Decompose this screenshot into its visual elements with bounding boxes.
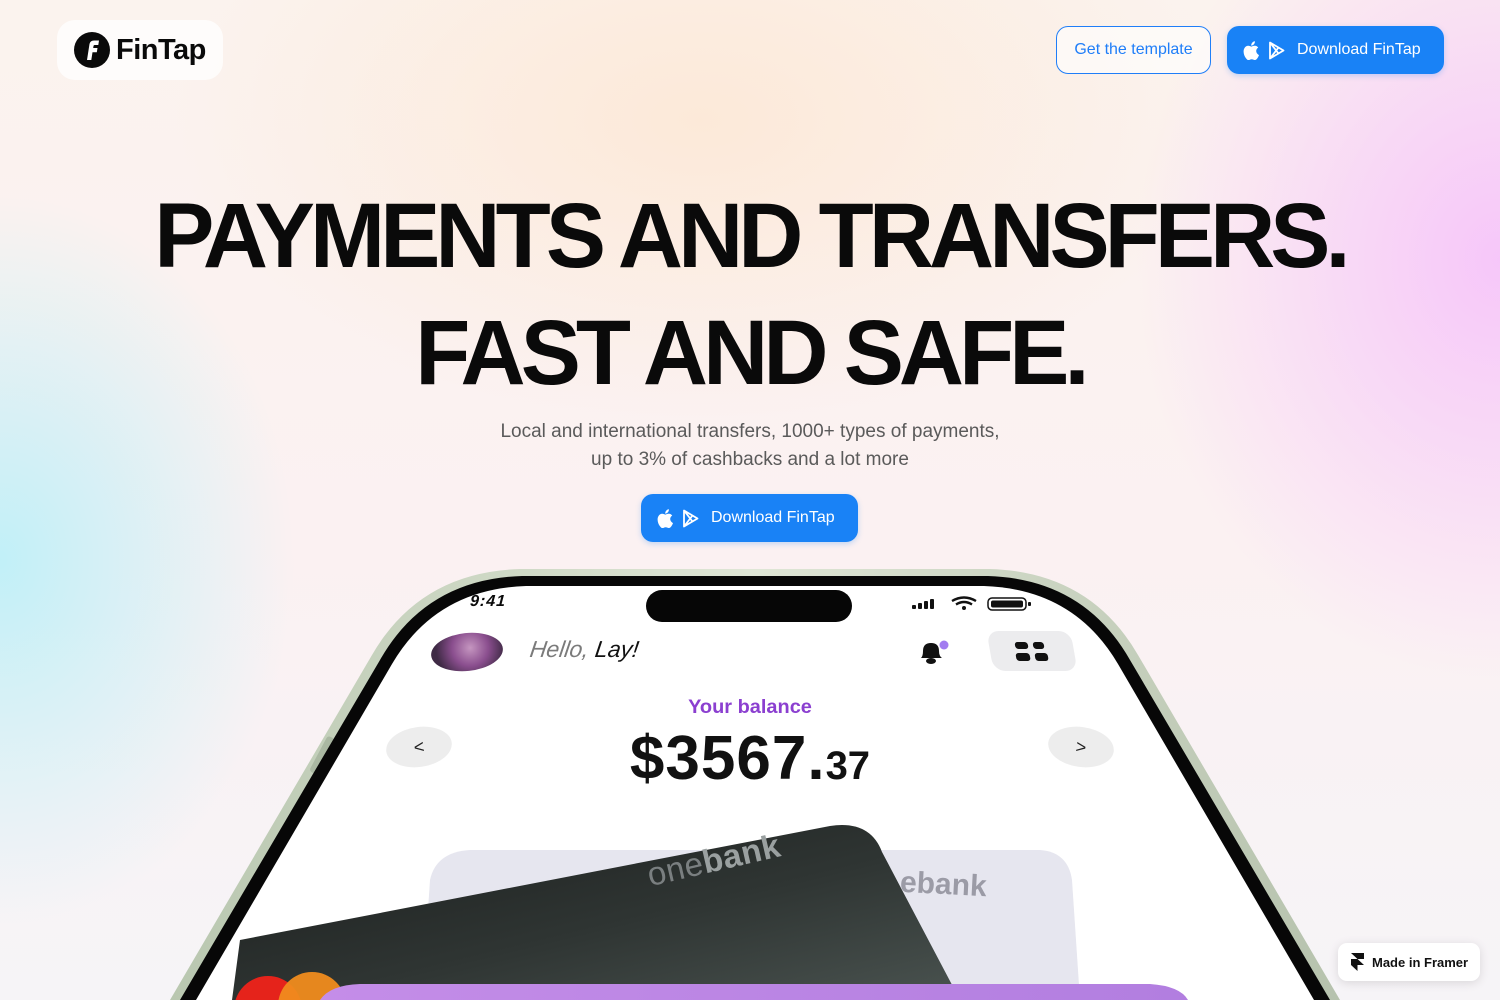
- signal-icon: [912, 599, 934, 609]
- google-play-icon: [682, 509, 700, 528]
- headline-line-2: FAST AND SAFE.: [415, 302, 1089, 404]
- balance-cents: 37: [825, 744, 871, 788]
- card-brand-one: one: [643, 844, 707, 894]
- download-fintap-button[interactable]: Download FinTap: [1227, 26, 1444, 74]
- menu-button[interactable]: [986, 631, 1078, 671]
- next-card-button[interactable]: >: [1045, 722, 1117, 772]
- balance-label: Your balance: [688, 697, 812, 718]
- greeting-hello: Hello,: [528, 636, 591, 662]
- fintap-logo-icon: [74, 32, 110, 68]
- greeting-name: Lay!: [593, 636, 641, 662]
- greeting: Hello, Lay!: [528, 636, 640, 663]
- apple-icon: [1243, 40, 1259, 60]
- balance-amount: $3567.37: [500, 723, 1000, 794]
- back-card-brand: ebank: [899, 865, 988, 904]
- made-in-framer-badge[interactable]: Made in Framer: [1338, 943, 1480, 981]
- status-icons: [912, 596, 1034, 617]
- framer-icon: [1351, 953, 1364, 971]
- made-in-framer-label: Made in Framer: [1372, 954, 1469, 970]
- download-button-label: Download FinTap: [1297, 41, 1421, 58]
- brand-logo[interactable]: FinTap: [57, 20, 223, 80]
- headline-line-1: PAYMENTS AND TRANSFERS.: [154, 185, 1350, 287]
- grid-menu-icon: [1014, 642, 1049, 661]
- wifi-icon: [951, 596, 977, 610]
- get-template-button[interactable]: Get the template: [1056, 26, 1211, 74]
- dynamic-island: [646, 590, 852, 622]
- google-play-icon: [1268, 41, 1286, 60]
- balance-main: $3567.: [629, 724, 826, 793]
- card-brand-bank: bank: [698, 826, 784, 881]
- hero-download-button[interactable]: Download FinTap: [641, 494, 858, 542]
- apple-icon: [657, 508, 673, 528]
- battery-icon: [987, 597, 1031, 611]
- brand-name: FinTap: [116, 33, 206, 66]
- hero-subtitle: Local and international transfers, 1000+…: [500, 421, 1000, 470]
- notification-bell-icon[interactable]: [916, 638, 950, 666]
- hero-download-label: Download FinTap: [711, 509, 835, 526]
- avatar[interactable]: [429, 629, 505, 675]
- front-card-brand: onebank: [643, 826, 784, 894]
- status-time: 9:41: [469, 593, 507, 610]
- prev-card-button[interactable]: <: [383, 722, 455, 772]
